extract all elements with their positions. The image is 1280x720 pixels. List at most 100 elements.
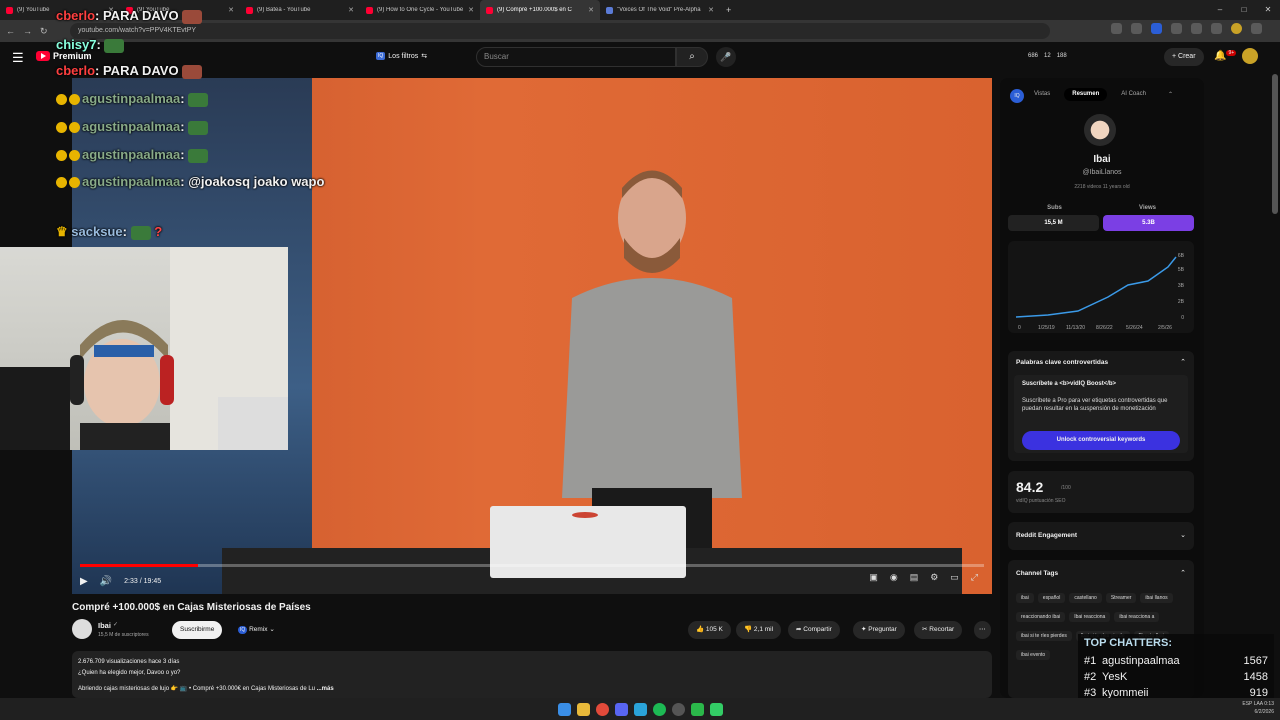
chat-separator: : [180, 91, 185, 106]
new-tab-button[interactable]: + [726, 5, 731, 15]
chat-separator: : [180, 119, 185, 134]
browser-tab[interactable]: (9) How to One Cycle - YouTube ✕ [360, 0, 480, 20]
settings-gear-icon[interactable]: ⚙ [930, 572, 938, 583]
views-value-button[interactable]: 5.3B [1103, 215, 1194, 231]
extension-icon[interactable] [1191, 23, 1202, 34]
obs-icon[interactable] [671, 702, 685, 716]
voice-search-icon[interactable]: 🎤 [716, 47, 736, 67]
channel-tag[interactable]: ibai si te ríes pierdes [1016, 631, 1072, 641]
chrome-icon[interactable] [595, 702, 609, 716]
channel-name[interactable]: Ibai [98, 621, 111, 630]
chevron-up-icon[interactable]: ⌃ [1180, 358, 1186, 366]
extension-icon[interactable] [1211, 23, 1222, 34]
file-explorer-icon[interactable] [576, 702, 590, 716]
x-tick: 1/25/19 [1038, 325, 1055, 331]
reload-icon[interactable]: ↻ [40, 26, 48, 37]
chat-username: cberlo [56, 8, 96, 23]
channel-tag[interactable]: ibai evento [1016, 650, 1051, 660]
play-button-icon[interactable]: ▶ [80, 576, 88, 587]
vidiq-logo[interactable]: IQ [1010, 89, 1024, 103]
app-icon[interactable] [709, 702, 723, 716]
forward-icon[interactable]: → [23, 26, 32, 36]
chatter-name: agustinpaalmaa [1102, 655, 1180, 667]
maximize-button[interactable]: □ [1232, 0, 1256, 20]
minimize-button[interactable]: – [1208, 0, 1232, 20]
autoplay-toggle-icon[interactable]: ◉ [890, 572, 898, 583]
create-button[interactable]: + Crear [1164, 48, 1204, 66]
dislike-button[interactable]: 👎 2,1 mil [736, 621, 782, 639]
video-description[interactable]: 2.676.709 visualizaciones hace 3 días ¿Q… [72, 651, 992, 698]
tab-vistas[interactable]: Vistas [1026, 88, 1058, 101]
channel-tag[interactable]: Streamer [1105, 593, 1137, 603]
mystery-box [490, 506, 686, 578]
discord-icon[interactable] [614, 702, 628, 716]
volume-icon[interactable]: 🔊 [100, 576, 112, 587]
chevron-down-icon[interactable]: ⌄ [1180, 531, 1186, 539]
spotify-icon[interactable] [652, 702, 666, 716]
app-icon[interactable] [690, 702, 704, 716]
tab-resumen[interactable]: Resumen [1064, 88, 1108, 101]
telegram-icon[interactable] [633, 702, 647, 716]
vidiq-filters-button[interactable]: IQ Los filtros ⇆ [376, 52, 427, 60]
chatter-count: 1458 [1243, 671, 1268, 683]
chevron-up-icon[interactable]: ⌃ [1160, 88, 1181, 101]
kebab-menu-icon[interactable] [1251, 23, 1262, 34]
unlock-keywords-button[interactable]: Unlock controversial keywords [1022, 431, 1180, 450]
youtube-favicon-icon [366, 6, 373, 14]
channel-tag[interactable]: reaccionando ibai [1016, 612, 1066, 622]
y-tick: 2B [1178, 299, 1185, 305]
show-more-link[interactable]: ...más [317, 686, 334, 692]
subtitles-icon[interactable]: ▤ [910, 572, 919, 583]
like-count: 105 K [705, 626, 723, 633]
notifications-bell-icon[interactable]: 🔔 9+ [1214, 50, 1237, 61]
browser-tab-active[interactable]: (9) Compré +100.000$ en C ✕ [480, 0, 600, 20]
channel-tag[interactable]: ibai reacciona a [1114, 612, 1160, 622]
extension-icon[interactable] [1151, 23, 1162, 34]
remix-button[interactable]: IQ Remix ⌄ [230, 621, 283, 639]
extension-icons [1111, 23, 1262, 34]
profile-icon[interactable] [1231, 23, 1242, 34]
channel-tag[interactable]: ibai [1016, 593, 1034, 603]
more-actions-button[interactable]: ⋯ [974, 621, 991, 639]
start-windows-icon[interactable] [557, 702, 571, 716]
clip-button[interactable]: ✂ Recortar [914, 621, 963, 639]
channel-avatar[interactable] [72, 619, 92, 639]
close-icon[interactable]: ✕ [708, 6, 714, 14]
language-indicator[interactable]: ESP LAA [1242, 701, 1262, 707]
page-scrollbar[interactable] [1272, 74, 1278, 214]
extension-icon[interactable] [1171, 23, 1182, 34]
like-button[interactable]: 👍 105 K [688, 621, 731, 639]
subscriber-count: 15,5 M de suscriptores [98, 632, 149, 638]
share-button[interactable]: ➦ Compartir [788, 621, 840, 639]
channel-tag[interactable]: Ibai reacciona [1069, 612, 1111, 622]
reddit-engagement-card[interactable]: Reddit Engagement ⌄ [1008, 522, 1194, 550]
close-icon[interactable]: ✕ [468, 6, 474, 14]
channel-tag[interactable]: ibai llanos [1140, 593, 1173, 603]
back-icon[interactable]: ← [6, 26, 15, 36]
channel-tag[interactable]: español [1037, 593, 1066, 603]
channel-row: Ibai ✓ 15,5 M de suscriptores Suscribirm… [72, 618, 992, 642]
progress-bar[interactable] [80, 564, 984, 567]
subs-value-button[interactable]: 15,5 M [1008, 215, 1099, 231]
avatar[interactable] [1242, 48, 1258, 64]
notification-count-badge: 9+ [1226, 50, 1237, 56]
close-icon[interactable]: ✕ [588, 6, 594, 14]
hamburger-menu-icon[interactable]: ☰ [12, 50, 24, 66]
bookmark-icon[interactable] [1131, 23, 1142, 34]
search-button[interactable]: ⌕ [676, 47, 708, 67]
channel-tag[interactable]: castellano [1069, 593, 1102, 603]
theater-mode-icon[interactable]: ▭ [950, 572, 959, 583]
extension-icon[interactable] [1111, 23, 1122, 34]
ask-button[interactable]: ✦ Preguntar [853, 621, 905, 639]
vidiq-player-icon[interactable]: ▣ [869, 572, 878, 583]
tab-ai-coach[interactable]: AI Coach [1113, 88, 1154, 101]
channel-avatar [1084, 114, 1116, 146]
search-input[interactable]: Buscar [476, 47, 676, 67]
browser-tab[interactable]: "Voices Of The Void" Pre-Alpha ✕ [600, 0, 720, 20]
close-window-button[interactable]: ✕ [1256, 0, 1280, 20]
thumbs-up-icon: 👍 [696, 626, 705, 633]
subs-views-toggle: 15,5 M 5.3B [1008, 215, 1194, 231]
chevron-up-icon[interactable]: ⌃ [1180, 569, 1186, 577]
subscribe-button[interactable]: Suscribirme [172, 621, 223, 639]
fullscreen-icon[interactable]: ⤢ [971, 572, 978, 583]
